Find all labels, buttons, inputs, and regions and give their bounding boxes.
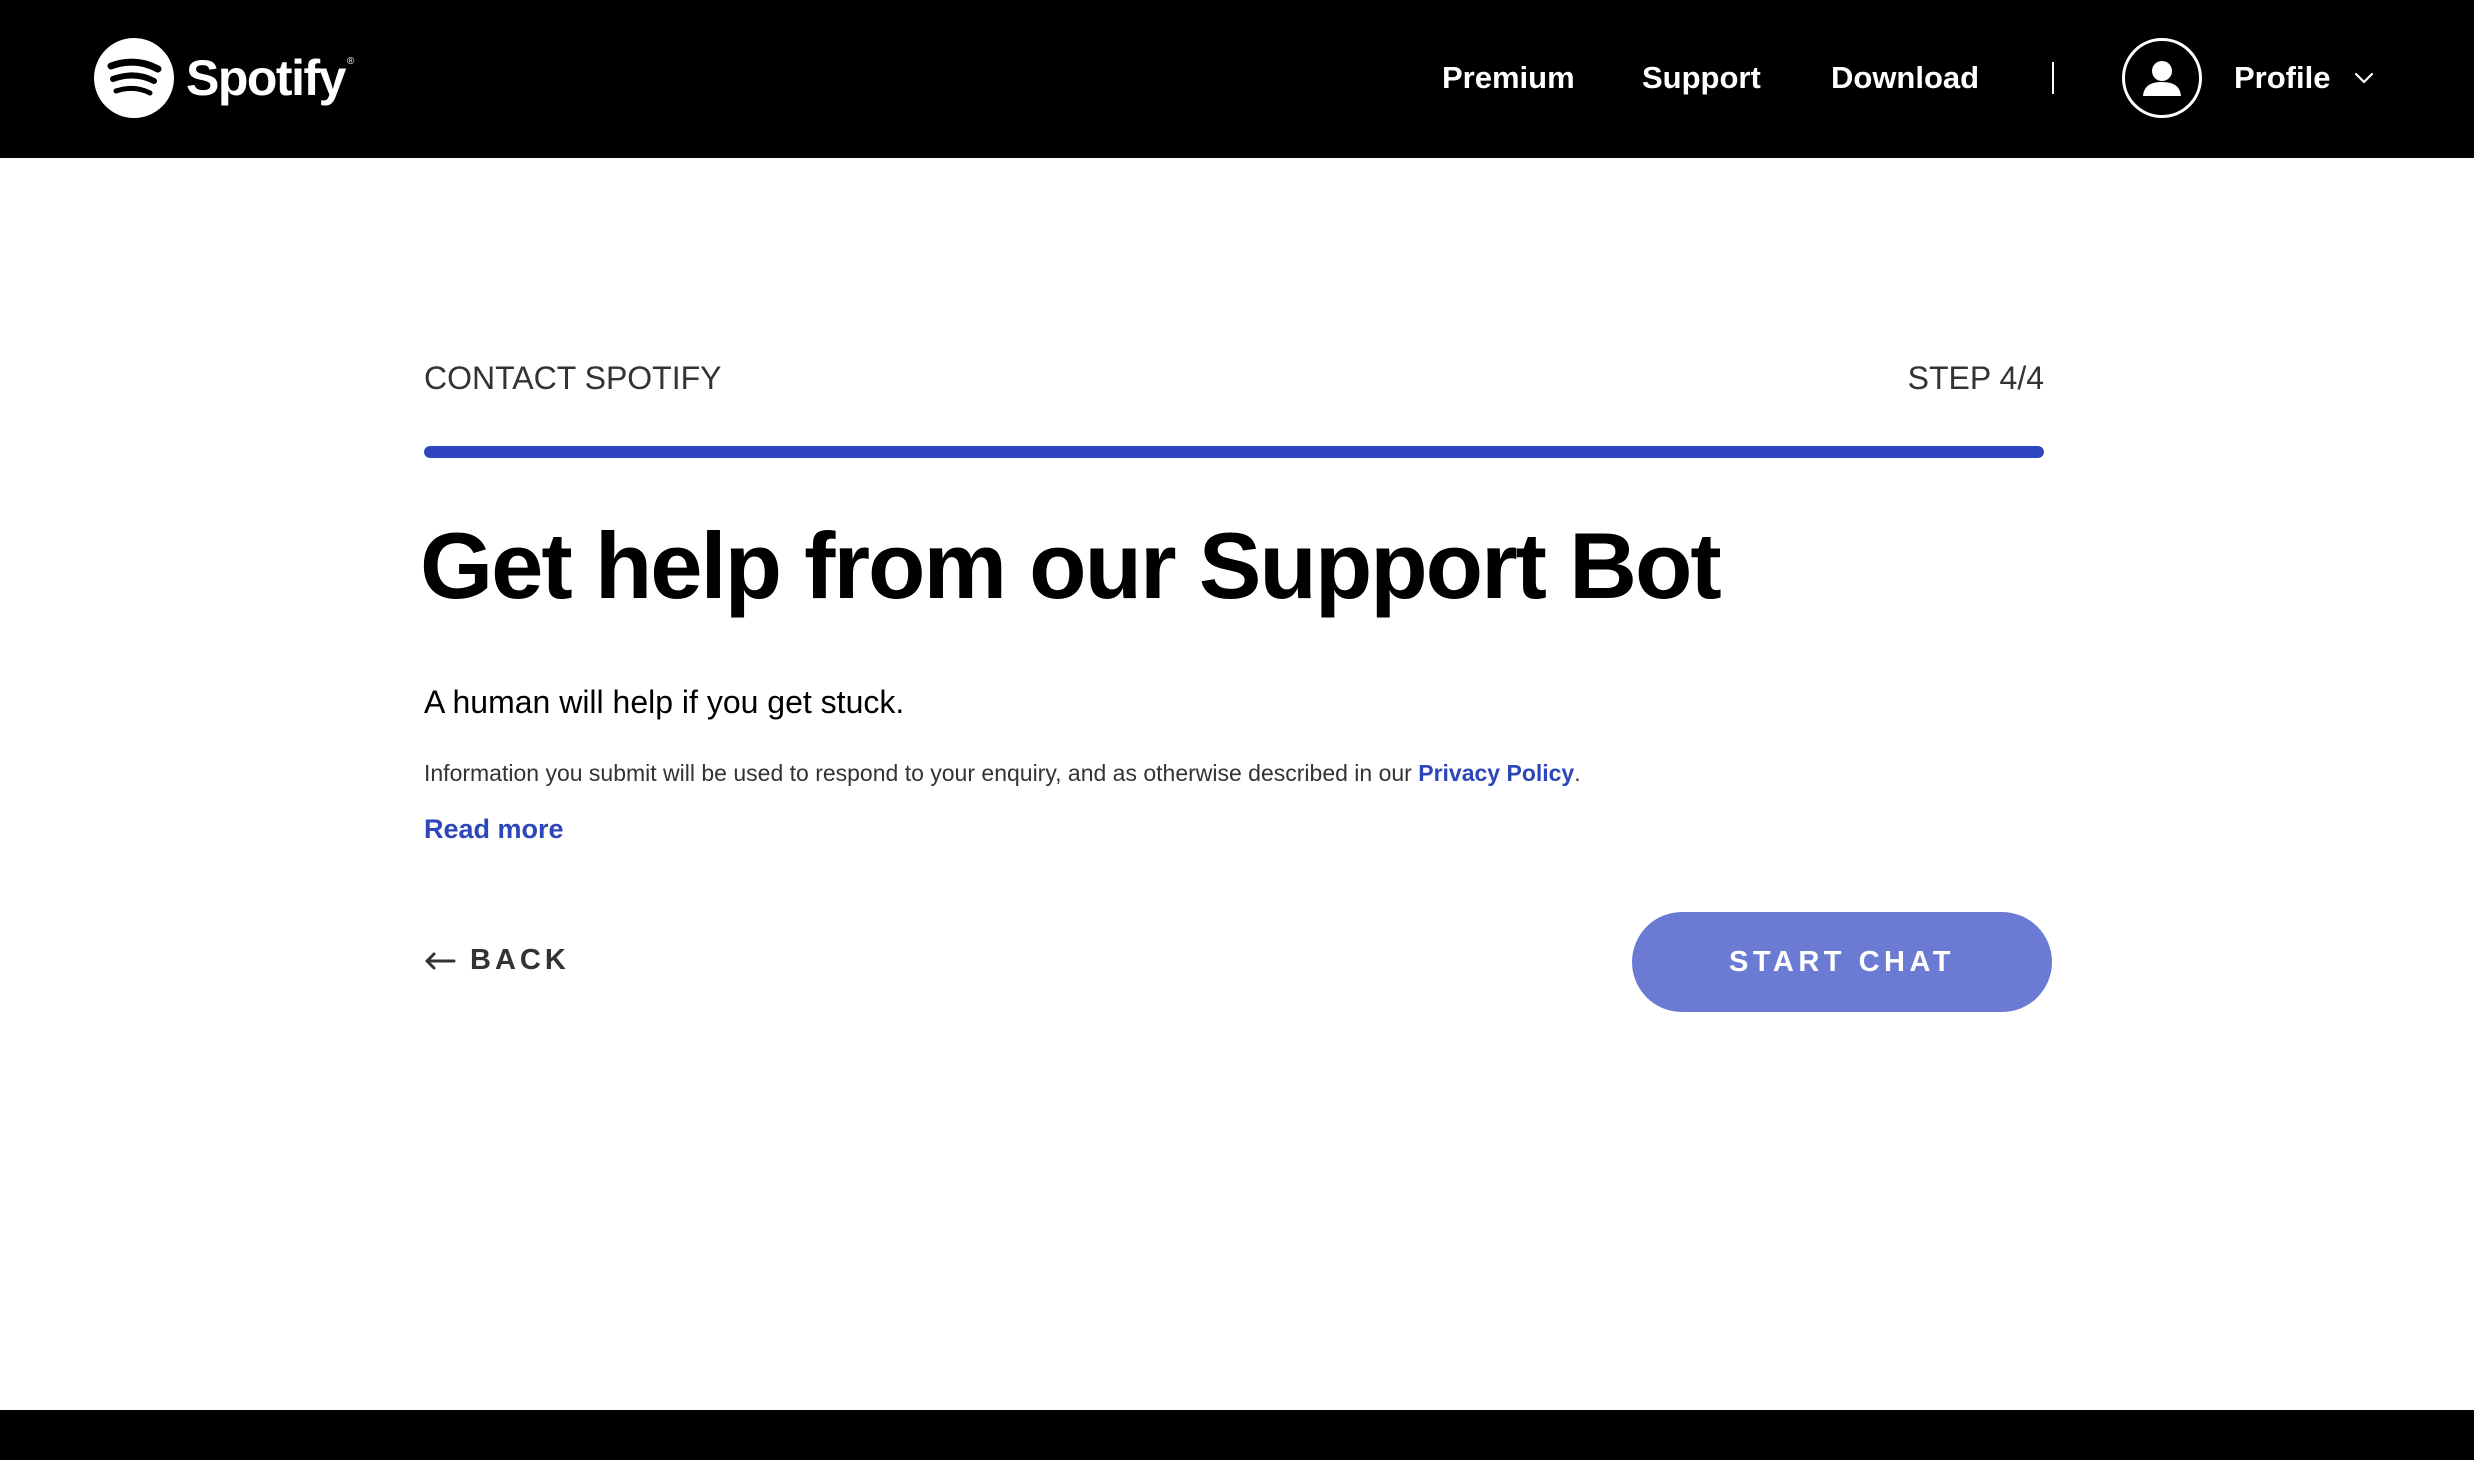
- back-button[interactable]: BACK: [424, 944, 570, 977]
- page-title: Get help from our Support Bot: [420, 513, 1722, 618]
- user-icon: [2143, 61, 2181, 96]
- privacy-notice-text: Information you submit will be used to r…: [424, 760, 1419, 786]
- spotify-logo-icon: [94, 38, 174, 118]
- progress-bar: [424, 446, 2044, 458]
- nav-divider: [2052, 62, 2054, 94]
- step-header: CONTACT SPOTIFY STEP 4/4: [424, 340, 2044, 400]
- step-indicator: STEP 4/4: [1907, 360, 2044, 396]
- privacy-notice: Information you submit will be used to r…: [424, 760, 1581, 787]
- top-nav-bar: Spotify ® Premium Support Download Profil…: [0, 0, 2474, 158]
- chevron-down-icon: [2355, 72, 2374, 84]
- profile-label: Profile: [2234, 60, 2331, 95]
- logo-wordmark: Spotify ®: [186, 50, 354, 106]
- nav-premium-link[interactable]: Premium: [1442, 54, 1575, 102]
- spotify-logo[interactable]: Spotify ®: [94, 38, 354, 118]
- privacy-policy-link[interactable]: Privacy Policy: [1418, 760, 1574, 786]
- nav-download-link[interactable]: Download: [1831, 54, 1979, 102]
- start-chat-button[interactable]: START CHAT: [1632, 912, 2052, 1012]
- footer-bar: [0, 1410, 2474, 1460]
- profile-menu-button[interactable]: Profile: [2122, 38, 2376, 118]
- page-subtitle: A human will help if you get stuck.: [424, 684, 905, 720]
- read-more-link[interactable]: Read more: [424, 814, 564, 845]
- progress-bar-fill: [424, 446, 2044, 458]
- nav-support-link[interactable]: Support: [1642, 54, 1761, 102]
- contact-form-step: CONTACT SPOTIFY STEP 4/4 Get help from o…: [420, 340, 2052, 1012]
- privacy-notice-end: .: [1574, 760, 1581, 786]
- section-label: CONTACT SPOTIFY: [424, 360, 722, 396]
- arrow-left-icon: [425, 952, 456, 969]
- back-label: BACK: [470, 944, 570, 976]
- avatar: [2122, 38, 2202, 118]
